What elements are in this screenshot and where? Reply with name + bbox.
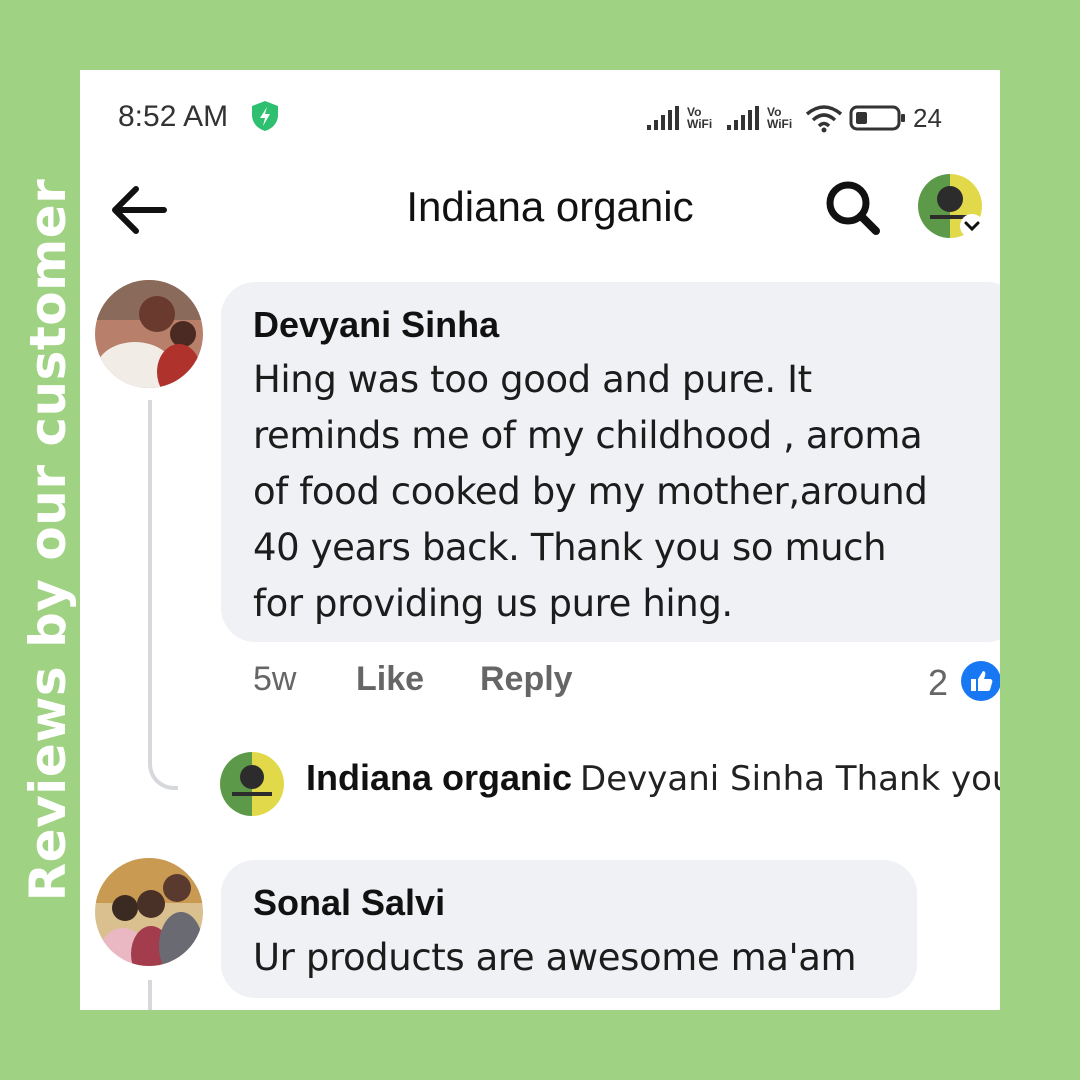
search-icon[interactable]	[820, 175, 886, 241]
reaction-count[interactable]: 2	[928, 662, 948, 704]
shield-icon	[252, 101, 278, 131]
page-profile-menu[interactable]	[915, 171, 985, 241]
vowifi-label: Vo WiFi	[687, 105, 713, 131]
like-reaction-icon[interactable]	[960, 660, 1000, 702]
comment-line: 40 years back. Thank you so much	[253, 526, 887, 569]
status-indicators: Vo WiFi Vo WiFi 24	[645, 100, 942, 136]
comment-author[interactable]: Sonal Salvi	[253, 882, 445, 924]
thread-connector	[148, 980, 152, 1010]
comment-bubble: Devyani Sinha Hing was too good and pure…	[221, 282, 1000, 642]
comment-author[interactable]: Devyani Sinha	[253, 304, 499, 346]
reviews-caption: Reviews by our customer	[19, 178, 77, 902]
reply-text: Devyani Sinha Thank you...	[580, 759, 1000, 799]
comment-timestamp: 5w	[253, 660, 297, 698]
avatar[interactable]	[95, 858, 203, 966]
reply-preview[interactable]: Indiana organic Devyani Sinha Thank you..…	[306, 757, 1000, 799]
comment-line: for providing us pure hing.	[253, 582, 733, 625]
avatar[interactable]	[95, 280, 203, 388]
comment-line: Ur products are awesome ma'am	[253, 936, 857, 979]
battery-icon	[849, 105, 905, 131]
thread-connector	[148, 400, 178, 790]
comment-bubble: Sonal Salvi Ur products are awesome ma'a…	[221, 860, 917, 998]
status-time: 8:52 AM	[118, 100, 229, 133]
battery-percent: 24	[913, 102, 942, 133]
signal-icon	[727, 106, 759, 130]
app-bar: Indiana organic	[80, 165, 1000, 255]
chevron-down-icon[interactable]	[959, 213, 985, 239]
status-bar: 8:52 AM Vo WiFi Vo WiFi 24	[80, 70, 1000, 165]
signal-icon	[647, 106, 679, 130]
comment-text: Hing was too good and pure. It reminds m…	[253, 352, 928, 632]
page-avatar[interactable]	[220, 752, 284, 816]
wifi-icon	[805, 105, 843, 133]
reply-author[interactable]: Indiana organic	[306, 757, 572, 798]
comment-line: Hing was too good and pure. It	[253, 358, 812, 401]
comment-line: reminds me of my childhood , aroma	[253, 414, 923, 457]
vowifi-label: Vo WiFi	[767, 105, 793, 131]
phone-screenshot: 8:52 AM Vo WiFi Vo WiFi 24 Indiana organ…	[80, 70, 1000, 1010]
comment-line: of food cooked by my mother,around	[253, 470, 928, 513]
like-button[interactable]: Like	[356, 660, 424, 699]
reply-button[interactable]: Reply	[480, 660, 573, 699]
comment-text: Ur products are awesome ma'am	[253, 930, 857, 986]
